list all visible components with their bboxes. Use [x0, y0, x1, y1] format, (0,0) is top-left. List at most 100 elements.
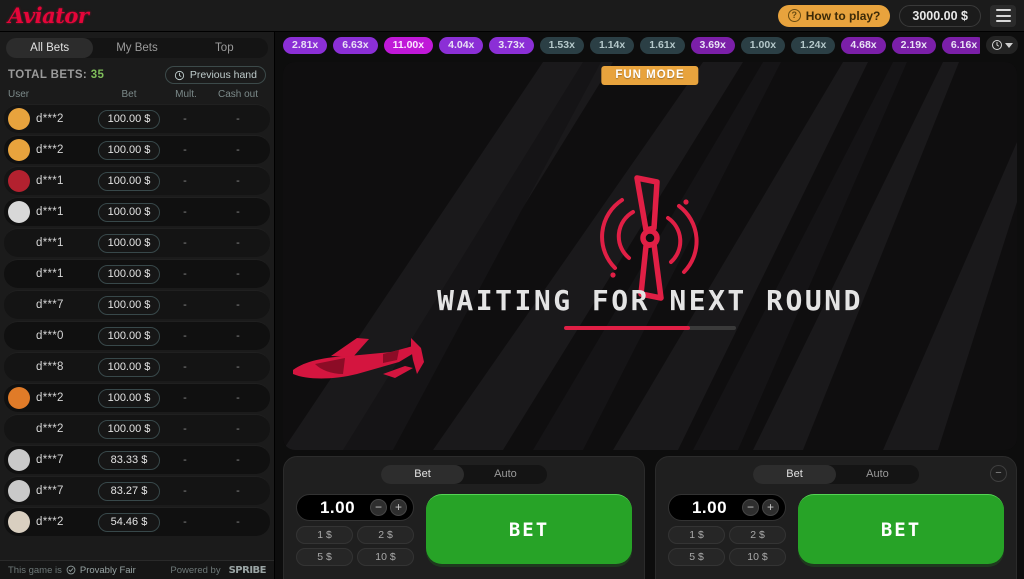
avatar — [8, 263, 30, 285]
multiplier-chip[interactable]: 2.19x — [891, 36, 936, 54]
bet-amount-input[interactable]: 1.00− + — [296, 494, 414, 521]
provably-fair-link[interactable]: Provably Fair — [80, 565, 136, 576]
bet-amount: 100.00 $ — [98, 388, 160, 408]
quick-amount-button[interactable]: 1 $ — [296, 526, 353, 544]
avatar — [8, 294, 30, 316]
place-bet-button[interactable]: BET — [798, 494, 1004, 564]
bet-multiplier: - — [183, 206, 187, 218]
multiplier-chip[interactable]: 6.63x — [333, 36, 378, 54]
avatar — [8, 201, 30, 223]
multiplier-chip[interactable]: 4.68x — [841, 36, 886, 54]
tab-bet-mode[interactable]: Bet — [753, 465, 836, 484]
bet-user: d***7 — [36, 299, 64, 311]
remove-panel-button[interactable]: − — [990, 465, 1007, 482]
table-row[interactable]: d***1 100.00 $ - - — [4, 259, 270, 288]
bet-amount: 54.46 $ — [98, 512, 160, 532]
bet-user: d***2 — [36, 392, 64, 404]
previous-hand-button[interactable]: Previous hand — [164, 66, 266, 84]
minus-circle-icon[interactable]: − — [742, 499, 759, 516]
multiplier-chip[interactable]: 6.16x — [941, 36, 980, 54]
quick-amount-button[interactable]: 10 $ — [357, 548, 414, 566]
quick-amount-button[interactable]: 2 $ — [729, 526, 786, 544]
bet-cashout: - — [236, 330, 240, 342]
bet-amount: 100.00 $ — [98, 326, 160, 346]
avatar — [8, 511, 30, 533]
table-row[interactable]: d***7 83.27 $ - - — [4, 476, 270, 505]
bet-amount-input[interactable]: 1.00− + — [668, 494, 786, 521]
tab-all-bets[interactable]: All Bets — [6, 38, 94, 58]
avatar — [8, 480, 30, 502]
table-row[interactable]: d***2 100.00 $ - - — [4, 414, 270, 443]
table-row[interactable]: d***2 100.00 $ - - — [4, 135, 270, 164]
bet-cashout: - — [236, 423, 240, 435]
quick-amount-button[interactable]: 2 $ — [357, 526, 414, 544]
how-to-play-button[interactable]: ? How to play? — [777, 4, 891, 27]
bet-user: d***2 — [36, 144, 64, 156]
minus-circle-icon[interactable]: − — [370, 499, 387, 516]
table-row[interactable]: d***2 54.46 $ - - — [4, 507, 270, 536]
multiplier-chip[interactable]: 3.69x — [690, 36, 735, 54]
bet-multiplier: - — [183, 454, 187, 466]
bet-panels-container: Bet Auto 1.00− +1 $2 $5 $10 $ BET Bet Auto −1.0… — [283, 456, 1017, 579]
table-row[interactable]: d***7 100.00 $ - - — [4, 290, 270, 319]
plus-circle-icon[interactable]: + — [390, 499, 407, 516]
multiplier-chip[interactable]: 4.04x — [439, 36, 484, 54]
bet-amount: 100.00 $ — [98, 140, 160, 160]
bets-column-headers: User Bet Mult. Cash out — [0, 86, 274, 104]
table-row[interactable]: d***1 100.00 $ - - — [4, 228, 270, 257]
multiplier-chip[interactable]: 2.81x — [283, 36, 328, 54]
multiplier-chip[interactable]: 1.14x — [589, 36, 635, 54]
multiplier-history-bar: 2.81x 6.63x 11.00x 4.04x 3.73x 1.53x 1.14x 1.61… — [276, 32, 1024, 58]
bet-mode-tabs: Bet Auto — [753, 465, 919, 484]
tab-my-bets[interactable]: My Bets — [93, 38, 180, 58]
multiplier-chip[interactable]: 1.24x — [791, 36, 836, 54]
bet-multiplier: - — [183, 113, 187, 125]
table-row[interactable]: d***0 100.00 $ - - — [4, 321, 270, 350]
history-clock-icon — [174, 70, 184, 80]
bet-user: d***2 — [36, 516, 64, 528]
place-bet-button[interactable]: BET — [426, 494, 632, 564]
table-row[interactable]: d***2 100.00 $ - - — [4, 104, 270, 133]
plus-circle-icon[interactable]: + — [762, 499, 779, 516]
tab-top[interactable]: Top — [181, 38, 268, 58]
column-user: User — [8, 89, 30, 100]
tab-bet-mode[interactable]: Bet — [381, 465, 464, 484]
bet-amount: 100.00 $ — [98, 295, 160, 315]
avatar — [8, 356, 30, 378]
multiplier-chip[interactable]: 11.00x — [383, 36, 434, 54]
bets-sidebar: All Bets My Bets Top TOTAL BETS: 35 Prev… — [0, 32, 275, 579]
hamburger-menu-icon[interactable] — [990, 4, 1016, 27]
quick-amount-button[interactable]: 5 $ — [296, 548, 353, 566]
bet-amount: 83.27 $ — [98, 481, 160, 501]
bets-list[interactable]: d***2 100.00 $ - - d***2 100.00 $ - - d***1 100.0… — [0, 104, 274, 560]
spribe-brand: SPRIBE — [228, 564, 267, 576]
total-bets-label: TOTAL BETS: — [8, 69, 88, 81]
table-row[interactable]: d***8 100.00 $ - - — [4, 352, 270, 381]
bet-multiplier: - — [183, 361, 187, 373]
history-toggle-button[interactable] — [986, 36, 1018, 54]
tab-auto-mode[interactable]: Auto — [464, 465, 547, 484]
column-mult: Mult. — [175, 89, 197, 100]
game-status-text: WAITING FOR NEXT ROUND — [437, 284, 863, 317]
bet-user: d***1 — [36, 268, 64, 280]
bet-user: d***7 — [36, 454, 64, 466]
quick-amount-button[interactable]: 10 $ — [729, 548, 786, 566]
quick-amount-grid: 1 $2 $5 $10 $ — [296, 526, 414, 566]
quick-amount-button[interactable]: 5 $ — [668, 548, 725, 566]
bet-mode-tabs: Bet Auto — [381, 465, 547, 484]
multiplier-chip[interactable]: 1.61x — [640, 36, 685, 54]
multiplier-chip[interactable]: 1.00x — [740, 36, 786, 54]
avatar — [8, 418, 30, 440]
multiplier-chip[interactable]: 1.53x — [539, 36, 584, 54]
multiplier-chip[interactable]: 3.73x — [489, 36, 534, 54]
avatar — [8, 139, 30, 161]
table-row[interactable]: d***1 100.00 $ - - — [4, 166, 270, 195]
avatar — [8, 232, 30, 254]
quick-amount-button[interactable]: 1 $ — [668, 526, 725, 544]
multiplier-history-list[interactable]: 2.81x 6.63x 11.00x 4.04x 3.73x 1.53x 1.14x 1.61… — [283, 36, 980, 54]
table-row[interactable]: d***7 83.33 $ - - — [4, 445, 270, 474]
bet-amount: 100.00 $ — [98, 233, 160, 253]
table-row[interactable]: d***1 100.00 $ - - — [4, 197, 270, 226]
table-row[interactable]: d***2 100.00 $ - - — [4, 383, 270, 412]
tab-auto-mode[interactable]: Auto — [836, 465, 919, 484]
